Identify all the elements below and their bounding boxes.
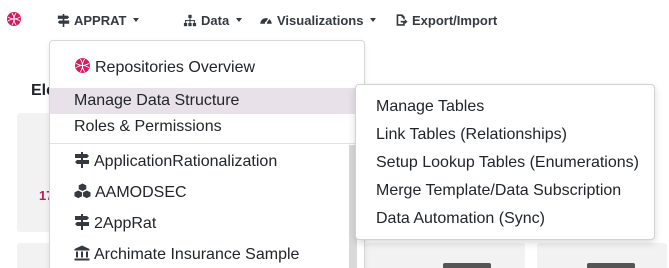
signpost-icon xyxy=(74,213,90,235)
menu-item-label: Roles & Permissions xyxy=(74,118,222,135)
signpost-icon xyxy=(57,13,70,27)
menu-item-roles-permissions[interactable]: Roles & Permissions xyxy=(50,114,364,140)
menu-item-archimate-insurance-sample[interactable]: Archimate Insurance Sample xyxy=(50,242,364,268)
submenu-item-label: Setup Lookup Tables (Enumerations) xyxy=(376,154,639,171)
submenu-item-label: Manage Tables xyxy=(376,98,485,115)
submenu-item-setup-lookup-tables[interactable]: Setup Lookup Tables (Enumerations) xyxy=(376,152,639,174)
sitemap-icon xyxy=(183,14,197,27)
card-chip xyxy=(443,263,491,268)
menu-item-aamodsec[interactable]: AAMODSEC xyxy=(50,180,364,206)
nav-data-label: Data xyxy=(201,12,230,28)
menu-item-label: Archimate Insurance Sample xyxy=(94,246,300,263)
appraat-logo-icon xyxy=(74,57,91,79)
menu-divider xyxy=(50,143,364,144)
cubes-icon xyxy=(74,182,91,204)
menu-item-manage-data-structure[interactable]: Manage Data Structure xyxy=(50,88,364,114)
submenu-item-data-automation[interactable]: Data Automation (Sync) xyxy=(376,208,545,230)
caret-down-icon xyxy=(133,18,140,22)
submenu-item-merge-template[interactable]: Merge Template/Data Subscription xyxy=(376,180,621,202)
submenu-item-label: Link Tables (Relationships) xyxy=(376,126,567,143)
appraat-logo-icon[interactable] xyxy=(6,11,22,27)
manage-data-structure-submenu: Manage Tables Link Tables (Relationships… xyxy=(355,84,655,240)
menu-item-2apprat[interactable]: 2AppRat xyxy=(50,211,364,237)
caret-down-icon xyxy=(370,18,377,22)
card-chip xyxy=(587,263,635,268)
summary-card[interactable] xyxy=(17,243,51,268)
menu-item-application-rationalization[interactable]: ApplicationRationalization xyxy=(50,149,364,175)
apprat-dropdown-menu: Repositories Overview Manage Data Struct… xyxy=(49,40,365,268)
submenu-item-label: Merge Template/Data Subscription xyxy=(376,182,622,199)
summary-card[interactable] xyxy=(17,113,51,232)
nav-visualizations-dropdown[interactable]: Visualizations xyxy=(259,11,377,29)
nav-apprat-label: APPRAT xyxy=(74,12,127,28)
file-export-icon xyxy=(395,13,408,27)
signpost-icon xyxy=(74,151,90,173)
tachometer-icon xyxy=(259,14,273,27)
top-navbar: APPRAT Data Visualizations Export/Import xyxy=(0,0,669,40)
submenu-item-manage-tables[interactable]: Manage Tables xyxy=(376,96,484,118)
menu-item-label: AAMODSEC xyxy=(95,184,187,201)
submenu-item-link-tables[interactable]: Link Tables (Relationships) xyxy=(376,124,567,146)
menu-item-label: Manage Data Structure xyxy=(74,92,240,109)
menu-item-label: 2AppRat xyxy=(94,215,157,232)
menu-item-label: ApplicationRationalization xyxy=(94,153,278,170)
caret-down-icon xyxy=(236,18,243,22)
menu-item-repositories-overview[interactable]: Repositories Overview xyxy=(50,55,364,81)
nav-export-import-label: Export/Import xyxy=(412,12,498,28)
nav-export-import-link[interactable]: Export/Import xyxy=(395,11,497,29)
menu-item-label: Repositories Overview xyxy=(95,59,256,76)
nav-data-dropdown[interactable]: Data xyxy=(183,11,243,29)
nav-visualizations-label: Visualizations xyxy=(277,12,364,28)
submenu-item-label: Data Automation (Sync) xyxy=(376,210,545,227)
landmark-icon xyxy=(74,245,90,266)
nav-apprat-dropdown[interactable]: APPRAT xyxy=(57,11,140,29)
